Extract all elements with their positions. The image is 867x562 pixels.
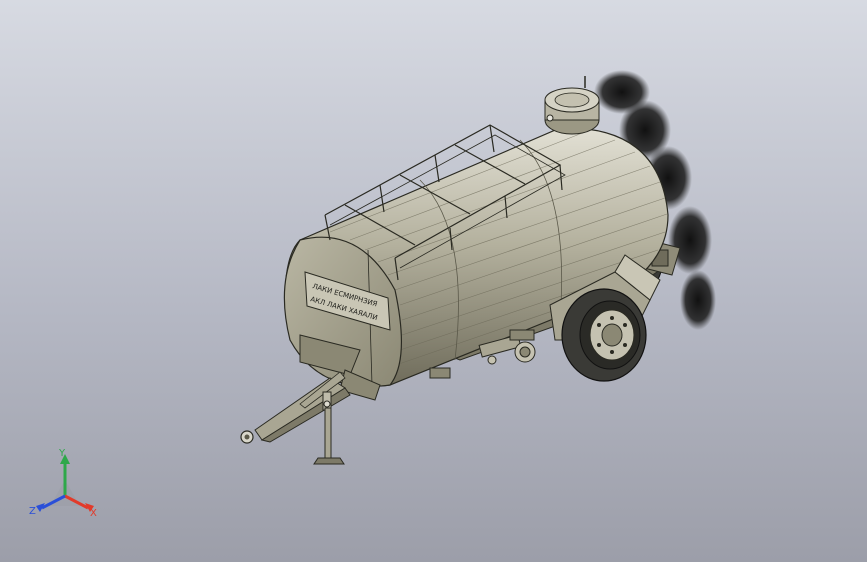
tanker-trailer-model[interactable]: ЛАКИ ЕСМИРНЗИЯ АКЛ ЛАКИ ХАЯАЛИ	[0, 0, 867, 562]
y-axis-label: Y	[58, 448, 66, 459]
axis-triad: Y X Z	[29, 448, 97, 519]
rear-wheel-near	[561, 288, 647, 382]
x-axis-label: X	[90, 508, 97, 519]
z-axis-label: Z	[29, 506, 36, 517]
drawbar	[240, 371, 351, 444]
manhole-hatch	[544, 76, 600, 135]
cad-viewport[interactable]: ЛАКИ ЕСМИРНЗИЯ АКЛ ЛАКИ ХАЯАЛИ Y X Z	[0, 0, 867, 562]
